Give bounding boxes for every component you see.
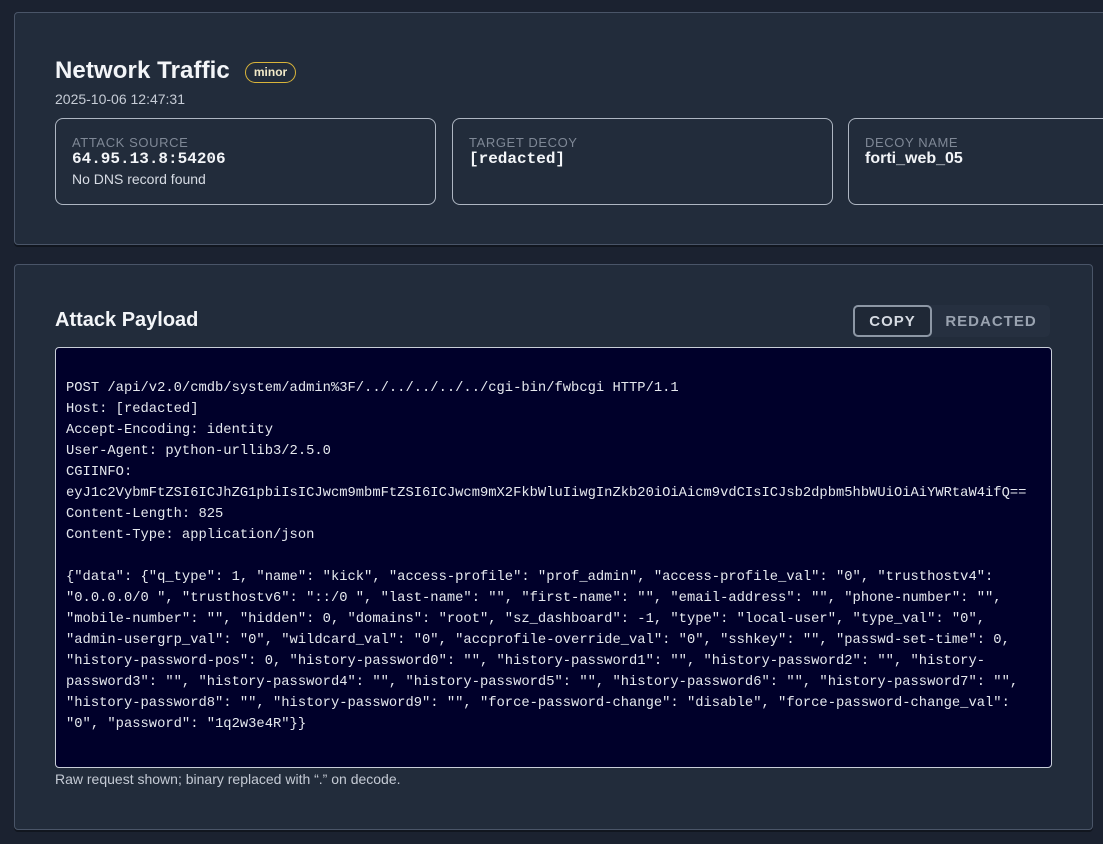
decoy-name-card: DECOY NAME forti_web_05 — [848, 118, 1103, 205]
severity-badge: minor — [244, 62, 297, 83]
target-decoy-value: [redacted] — [469, 150, 566, 168]
payload-footnote: Raw request shown; binary replaced with … — [55, 771, 401, 787]
event-header-panel: Network Traffic minor 2025-10-06 12:47:3… — [14, 12, 1103, 245]
redacted-button[interactable]: REDACTED — [932, 305, 1050, 337]
attack-payload-panel: Attack Payload COPY REDACTED POST /api/v… — [14, 264, 1093, 830]
attack-source-card: ATTACK SOURCE 64.95.13.8:54206 No DNS re… — [55, 118, 436, 205]
attack-source-dns: No DNS record found — [72, 171, 206, 187]
target-decoy-card: TARGET DECOY [redacted] — [452, 118, 833, 205]
copy-button[interactable]: COPY — [853, 305, 932, 337]
payload-code-block[interactable]: POST /api/v2.0/cmdb/system/admin%3F/../.… — [55, 347, 1052, 768]
payload-view-toggle: COPY REDACTED — [853, 305, 1050, 337]
decoy-name-label: DECOY NAME — [865, 135, 959, 150]
target-decoy-label: TARGET DECOY — [469, 135, 578, 150]
event-title: Network Traffic — [55, 57, 230, 84]
payload-content: POST /api/v2.0/cmdb/system/admin%3F/../.… — [66, 381, 1027, 732]
decoy-name-value: forti_web_05 — [865, 150, 963, 167]
attack-source-label: ATTACK SOURCE — [72, 135, 189, 150]
event-title-row: Network Traffic minor — [55, 57, 297, 85]
event-timestamp: 2025-10-06 12:47:31 — [55, 91, 185, 107]
attack-source-value: 64.95.13.8:54206 — [72, 150, 226, 168]
payload-title: Attack Payload — [55, 309, 199, 331]
